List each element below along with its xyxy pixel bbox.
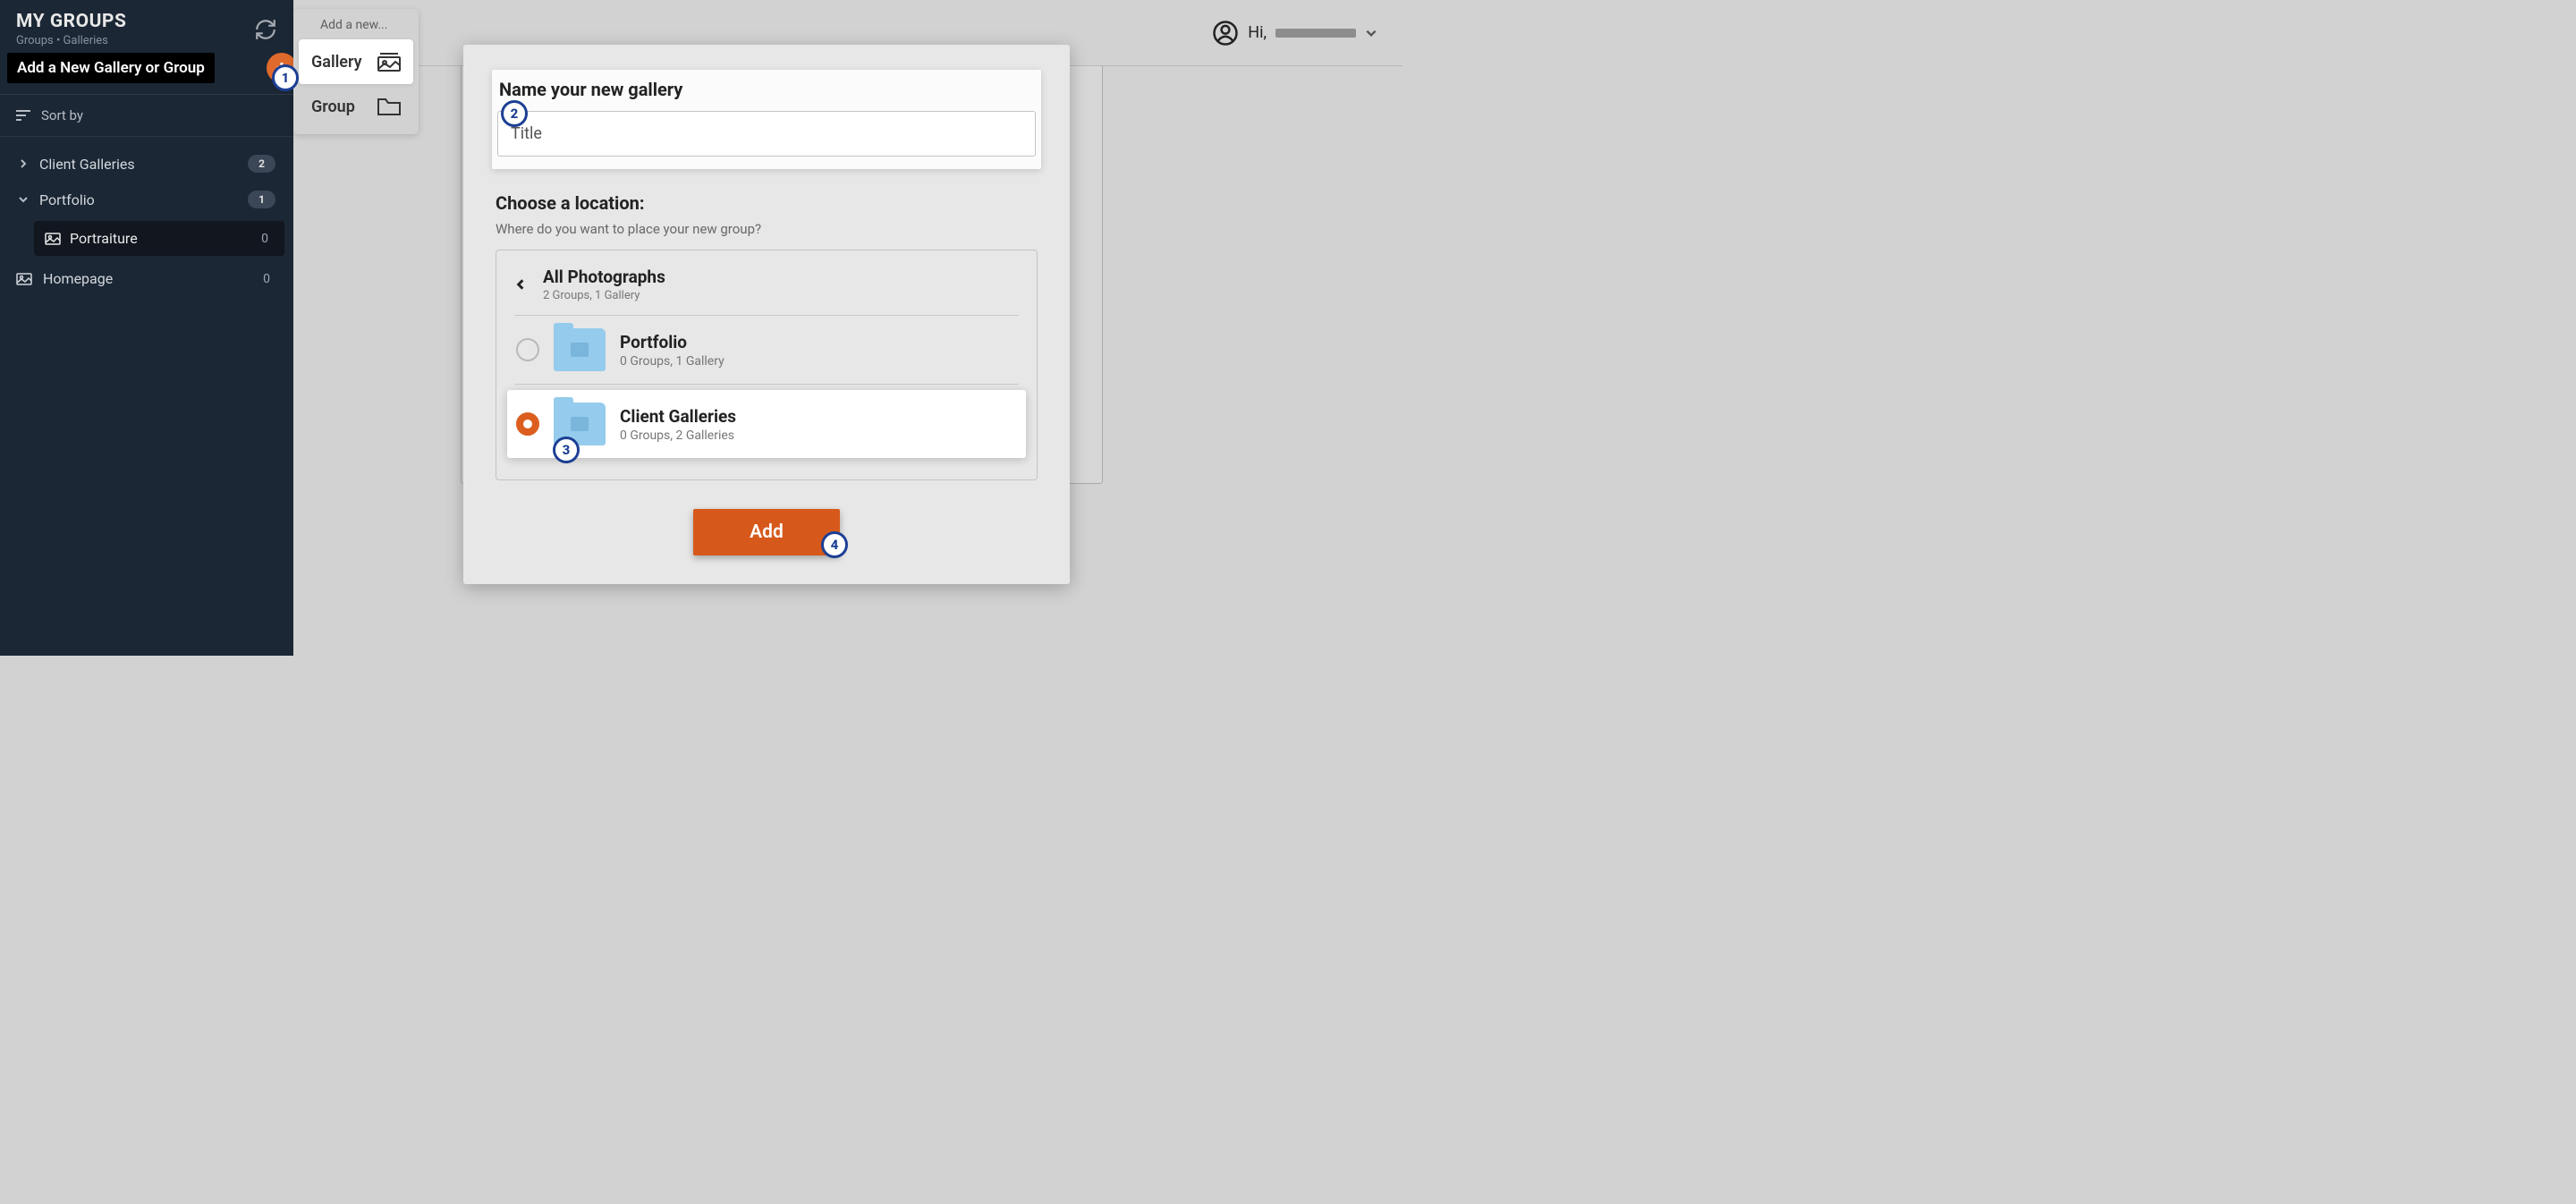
user-menu[interactable]: Hi, bbox=[1212, 20, 1377, 47]
callout-4: 4 bbox=[821, 531, 848, 558]
count-plain: 0 bbox=[263, 272, 275, 286]
location-meta: 0 Groups, 1 Gallery bbox=[620, 354, 724, 369]
location-list: Portfolio 0 Groups, 1 Gallery Client Gal… bbox=[507, 315, 1026, 458]
location-item-portfolio[interactable]: Portfolio 0 Groups, 1 Gallery bbox=[507, 316, 1026, 384]
popup-item-label: Group bbox=[311, 98, 355, 116]
location-name: Client Galleries bbox=[620, 406, 736, 427]
location-heading: Choose a location: bbox=[496, 192, 1038, 214]
add-new-popup: Add a new... Gallery Group bbox=[293, 9, 419, 134]
chevron-down-icon bbox=[1365, 27, 1377, 39]
name-section: Name your new gallery bbox=[492, 70, 1041, 169]
location-sub: Where do you want to place your new grou… bbox=[496, 221, 1038, 237]
popup-item-label: Gallery bbox=[311, 53, 362, 72]
location-root-sub: 2 Groups, 1 Gallery bbox=[543, 289, 665, 302]
popup-title: Add a new... bbox=[299, 18, 413, 39]
tree-child-portraiture[interactable]: Portraiture 0 bbox=[34, 221, 284, 256]
sidebar-header: MY GROUPS Groups • Galleries bbox=[0, 0, 293, 53]
sidebar-title: MY GROUPS bbox=[16, 11, 126, 32]
location-item-client-galleries[interactable]: Client Galleries 0 Groups, 2 Galleries bbox=[507, 390, 1026, 458]
sidebar: MY GROUPS Groups • Galleries Add a New G… bbox=[0, 0, 293, 656]
image-icon bbox=[16, 273, 32, 285]
name-heading: Name your new gallery bbox=[494, 79, 1039, 100]
location-root-title: All Photographs bbox=[543, 267, 665, 287]
tree-item-portfolio[interactable]: Portfolio 1 bbox=[9, 182, 284, 217]
greeting: Hi, bbox=[1248, 23, 1267, 42]
sort-icon bbox=[16, 109, 30, 122]
tree-label: Portraiture bbox=[70, 230, 252, 247]
divider bbox=[514, 384, 1019, 385]
popup-item-group[interactable]: Group bbox=[299, 84, 413, 129]
count-badge: 2 bbox=[248, 155, 275, 173]
count-badge: 1 bbox=[248, 191, 275, 208]
tree-label: Homepage bbox=[43, 270, 252, 287]
popup-item-gallery[interactable]: Gallery bbox=[299, 39, 413, 84]
sidebar-tree: Client Galleries 2 Portfolio 1 Portraitu… bbox=[0, 137, 293, 305]
chevron-right-icon bbox=[18, 158, 29, 169]
count-plain: 0 bbox=[261, 232, 274, 246]
tree-item-homepage[interactable]: Homepage 0 bbox=[9, 261, 284, 296]
location-name: Portfolio bbox=[620, 332, 724, 352]
new-gallery-modal: Name your new gallery Choose a location:… bbox=[463, 45, 1070, 584]
user-name-redacted bbox=[1275, 29, 1356, 38]
folder-icon bbox=[377, 97, 401, 116]
avatar-icon bbox=[1212, 20, 1239, 47]
location-meta: 0 Groups, 2 Galleries bbox=[620, 428, 736, 443]
gallery-icon bbox=[377, 52, 401, 72]
callout-3: 3 bbox=[553, 437, 580, 463]
tree-label: Portfolio bbox=[39, 191, 237, 208]
gallery-title-input[interactable] bbox=[497, 111, 1036, 157]
callout-2: 2 bbox=[501, 100, 528, 127]
radio-unchecked[interactable] bbox=[516, 338, 539, 361]
radio-checked[interactable] bbox=[516, 412, 539, 436]
image-icon bbox=[45, 233, 61, 245]
location-header: All Photographs 2 Groups, 1 Gallery bbox=[496, 250, 1037, 315]
add-gallery-button[interactable]: Add a New Gallery or Group bbox=[7, 53, 215, 83]
sort-label: Sort by bbox=[41, 107, 83, 123]
add-button[interactable]: Add bbox=[693, 509, 840, 555]
chevron-left-icon[interactable] bbox=[514, 278, 527, 291]
sort-by-row[interactable]: Sort by bbox=[0, 95, 293, 137]
tree-label: Client Galleries bbox=[39, 156, 237, 173]
chevron-down-icon bbox=[18, 194, 29, 205]
folder-icon bbox=[554, 328, 606, 371]
tree-item-client-galleries[interactable]: Client Galleries 2 bbox=[9, 146, 284, 182]
add-gallery-row: Add a New Gallery or Group + bbox=[0, 53, 293, 95]
sidebar-breadcrumb: Groups • Galleries bbox=[16, 34, 126, 47]
sync-icon[interactable] bbox=[254, 18, 277, 41]
callout-1: 1 bbox=[272, 64, 299, 91]
